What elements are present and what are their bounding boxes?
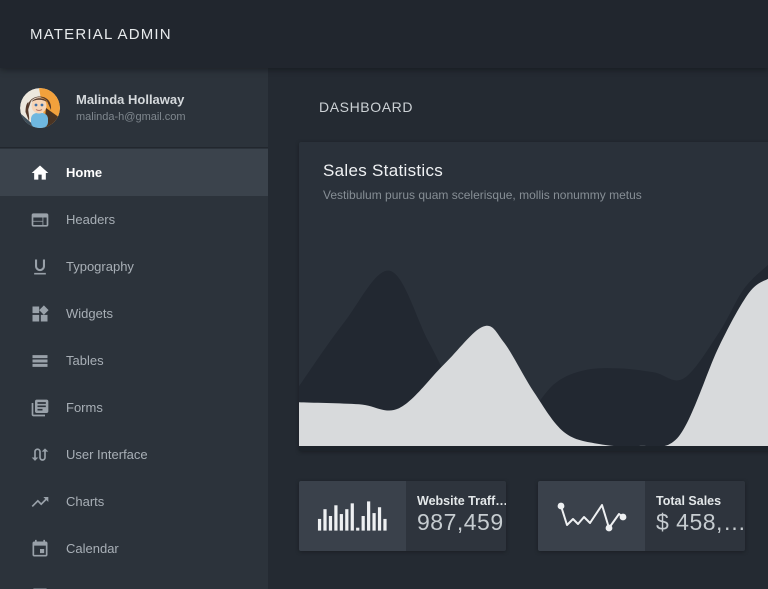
charts-icon (30, 492, 50, 512)
card-title: Sales Statistics (323, 161, 768, 181)
bar-chart-icon (299, 481, 406, 551)
user-profile[interactable]: Malinda Hollaway malinda-h@gmail.com (0, 68, 268, 148)
stat-value: $ 458,… (656, 509, 745, 536)
typography-icon (30, 257, 50, 277)
sidebar-item-charts[interactable]: Charts (0, 478, 268, 525)
website-traffic-card[interactable]: Website Traff… 987,459 (299, 481, 506, 551)
page-title: DASHBOARD (319, 99, 768, 115)
sidebar-item-photo-gallery[interactable]: Photo Gallery (0, 572, 268, 589)
sales-area-chart (299, 247, 768, 446)
stat-label: Website Traff… (417, 494, 506, 508)
avatar[interactable] (20, 88, 60, 128)
user-email: malinda-h@gmail.com (76, 111, 186, 123)
widgets-icon (30, 304, 50, 324)
sidebar-item-home[interactable]: Home (0, 149, 268, 196)
chart-svg (299, 247, 768, 446)
line-chart-icon (538, 481, 645, 551)
stat-text: Website Traff… 987,459 (406, 481, 506, 551)
user-interface-icon (30, 445, 50, 465)
total-sales-card[interactable]: Total Sales $ 458,… (538, 481, 745, 551)
photo-gallery-icon (30, 586, 50, 589)
stat-label: Total Sales (656, 494, 745, 508)
stat-value: 987,459 (417, 509, 506, 536)
headers-icon (30, 210, 50, 230)
stat-text: Total Sales $ 458,… (645, 481, 745, 551)
sidebar: Malinda Hollaway malinda-h@gmail.com Hom… (0, 68, 268, 589)
card-subtitle: Vestibulum purus quam scelerisque, molli… (323, 188, 768, 202)
sidebar-item-widgets[interactable]: Widgets (0, 290, 268, 337)
sidebar-menu: Home Headers Typography Widgets (0, 148, 268, 589)
user-info: Malinda Hollaway malinda-h@gmail.com (76, 92, 186, 123)
calendar-icon (30, 539, 50, 559)
stats-row: Website Traff… 987,459 Total Sales $ 458… (299, 481, 768, 551)
forms-icon (30, 398, 50, 418)
chart-baseline-strip (299, 446, 768, 451)
tables-icon (30, 351, 50, 371)
line-path (561, 505, 623, 528)
app-header: MATERIAL ADMIN (0, 0, 768, 68)
sales-statistics-card: Sales Statistics Vestibulum purus quam s… (299, 142, 768, 451)
sidebar-item-typography[interactable]: Typography (0, 243, 268, 290)
main-content: DASHBOARD Sales Statistics Vestibulum pu… (268, 68, 768, 589)
sidebar-item-user-interface[interactable]: User Interface (0, 431, 268, 478)
sidebar-item-tables[interactable]: Tables (0, 337, 268, 384)
user-name: Malinda Hollaway (76, 92, 186, 107)
app-title: MATERIAL ADMIN (30, 26, 172, 43)
sidebar-item-calendar[interactable]: Calendar (0, 525, 268, 572)
sidebar-item-forms[interactable]: Forms (0, 384, 268, 431)
avatar-image (20, 88, 60, 128)
card-header: Sales Statistics Vestibulum purus quam s… (299, 142, 768, 202)
sidebar-item-headers[interactable]: Headers (0, 196, 268, 243)
home-icon (30, 163, 50, 183)
